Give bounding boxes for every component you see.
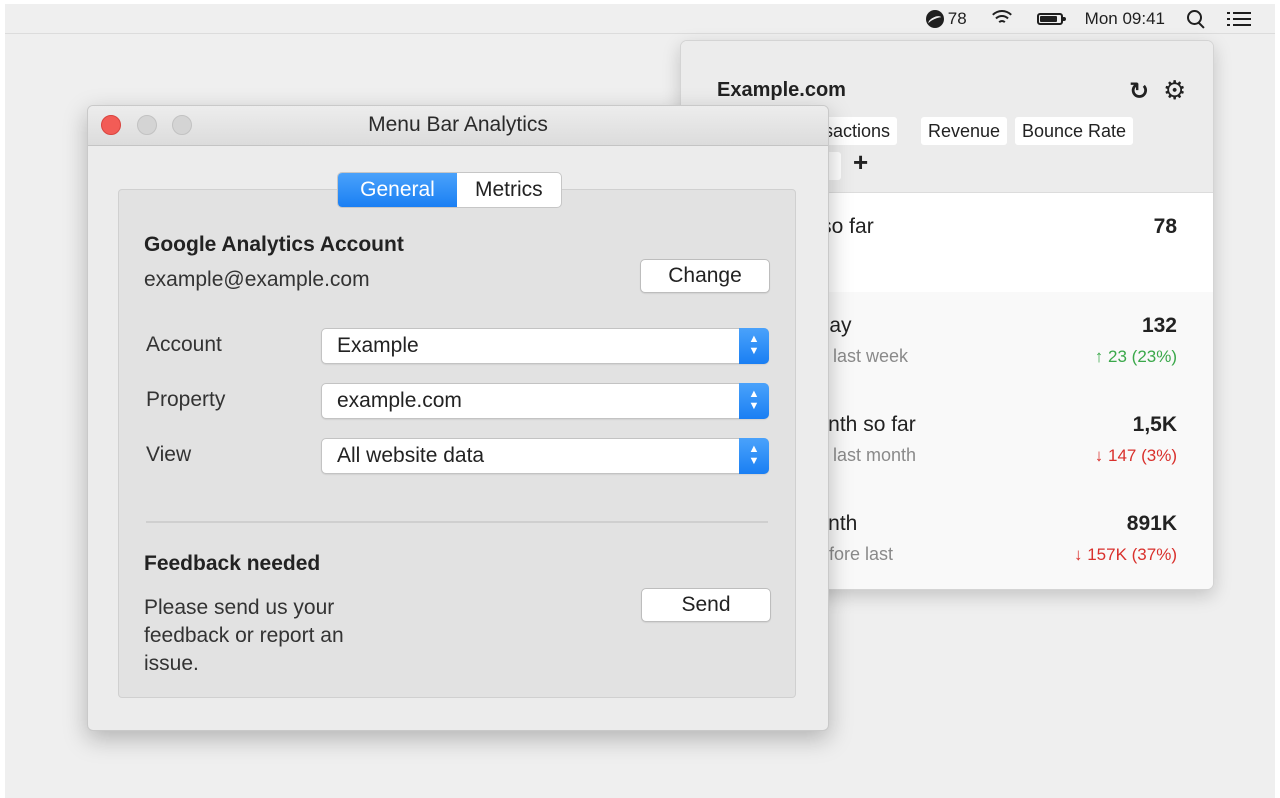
- property-select[interactable]: example.com ▲ ▼: [321, 383, 769, 419]
- account-section-title: Google Analytics Account: [144, 233, 404, 256]
- feedback-text: Please send us your feedback or report a…: [144, 596, 344, 675]
- popover-title: Example.com: [717, 79, 846, 101]
- metric-value: 1,5K: [1132, 413, 1177, 436]
- preferences-window: Menu Bar Analytics General Metrics Googl…: [87, 105, 829, 731]
- metric-value: 891K: [1126, 512, 1177, 535]
- analytics-count: 78: [947, 8, 967, 28]
- account-select-value: Example: [337, 334, 419, 357]
- add-metric-button[interactable]: +: [853, 149, 868, 175]
- spotlight-item[interactable]: [1187, 9, 1205, 28]
- battery-status-item[interactable]: [1036, 12, 1066, 25]
- account-select[interactable]: Example ▲ ▼: [321, 328, 769, 364]
- metric-chip-revenue[interactable]: Revenue: [921, 117, 1008, 145]
- battery-icon: [1036, 12, 1066, 25]
- notification-center-item[interactable]: [1227, 11, 1251, 27]
- metric-value: 132: [1141, 314, 1177, 337]
- feedback-section-title: Feedback needed: [144, 552, 321, 575]
- window-title: Menu Bar Analytics: [368, 113, 548, 136]
- search-icon: [1187, 9, 1205, 28]
- tab-general[interactable]: General: [338, 173, 457, 207]
- metric-delta: ↑ 23 (23%): [1094, 347, 1177, 366]
- title-bar[interactable]: Menu Bar Analytics: [88, 106, 828, 146]
- wifi-status-item[interactable]: [988, 9, 1015, 29]
- change-account-button[interactable]: Change: [640, 259, 770, 293]
- metric-delta: ↓ 147 (3%): [1094, 446, 1177, 465]
- account-label: Account: [146, 333, 222, 356]
- view-label: View: [146, 443, 192, 466]
- analytics-status-item[interactable]: 78: [925, 8, 967, 29]
- wifi-icon: [988, 9, 1015, 29]
- section-divider: [146, 521, 768, 523]
- menu-bar: 78 Mon 09:41: [5, 4, 1275, 34]
- tab-bar: General Metrics: [337, 172, 562, 208]
- chevron-updown-icon: ▲ ▼: [739, 328, 769, 364]
- account-email: example@example.com: [144, 268, 370, 291]
- analytics-logo-icon: [925, 9, 944, 28]
- list-icon: [1227, 11, 1251, 27]
- refresh-icon[interactable]: ↻: [1129, 80, 1149, 104]
- clock[interactable]: Mon 09:41: [1085, 9, 1165, 29]
- chevron-updown-icon: ▲ ▼: [739, 383, 769, 419]
- send-feedback-button[interactable]: Send: [641, 588, 771, 622]
- metric-chip-bounce-rate[interactable]: Bounce Rate: [1015, 117, 1134, 145]
- property-label: Property: [146, 388, 226, 411]
- metric-delta: ↓ 157K (37%): [1074, 545, 1177, 564]
- metric-value: 78: [1153, 215, 1177, 238]
- property-select-value: example.com: [337, 389, 462, 412]
- clock-text: Mon 09:41: [1084, 8, 1165, 28]
- chevron-updown-icon: ▲ ▼: [739, 438, 769, 474]
- gear-icon[interactable]: ⚙: [1163, 77, 1186, 103]
- view-select[interactable]: All website data ▲ ▼: [321, 438, 769, 474]
- view-select-value: All website data: [337, 444, 485, 467]
- tab-metrics[interactable]: Metrics: [457, 173, 561, 207]
